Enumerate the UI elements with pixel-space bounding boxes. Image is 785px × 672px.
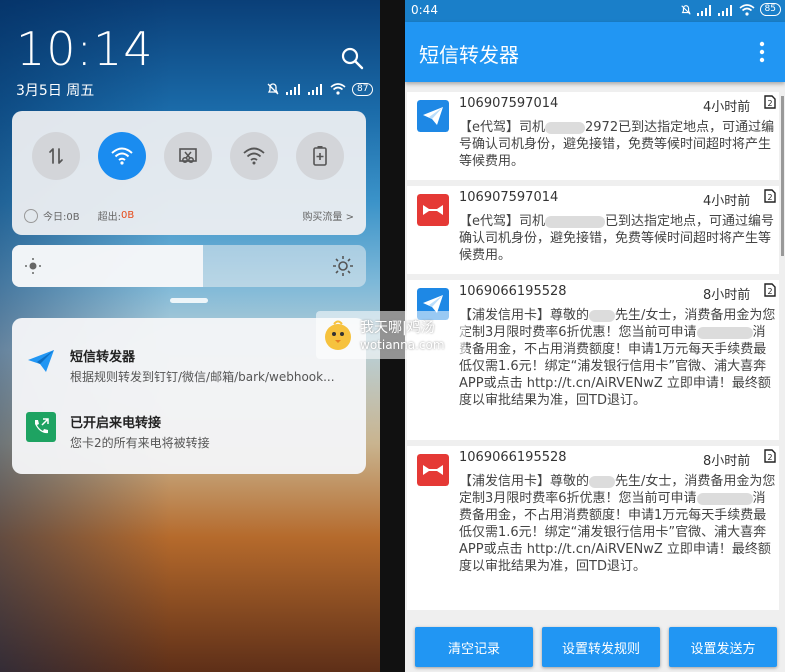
battery-saver-tile[interactable] [296,132,344,180]
message-time: 8小时前 [703,288,751,303]
sender-number: 106907597014 [459,190,559,205]
usage-ring-icon [24,208,38,223]
sim-card-icon: 2 [764,283,776,297]
notification-title: 已开启来电转接 [70,416,162,431]
quick-settings-panel: 今日:0B 超出: 0B 购买流量 > [12,111,366,235]
notification-sms-forwarder[interactable]: 短信转发器 根据规则转发到钉钉/微信/邮箱/bark/webhook... [12,342,366,402]
message-time: 4小时前 [703,100,751,115]
data-transfer-icon [49,148,63,164]
clear-records-button[interactable]: 清空记录 [415,627,533,667]
sender-number: 106907597014 [459,96,559,111]
over-usage-label: 超出: [97,212,121,223]
signal-icon-2 [717,4,732,16]
signal-icon-2 [308,84,322,95]
wifi-tile[interactable] [98,132,146,180]
paper-plane-icon [417,100,449,132]
message-item[interactable]: 106907597014 4小时前 2 【e代驾】司机 2972已到达指定地点，可… [407,92,779,180]
chick-logo-icon [325,320,351,350]
sim-card-icon: 2 [764,189,776,203]
message-body: 【e代驾】司机 2972已到达指定地点，可通过编号确认司机身份，避免接错，免费等候… [459,120,775,169]
sim-slot-number: 2 [767,453,772,462]
watermark-title: 我天哪|鸡汤 [360,320,435,336]
sender-number: 1069066195528 [459,450,567,465]
signal-icon [696,4,711,16]
wifi-icon [111,147,133,165]
clock: 10:14 [16,22,154,76]
bell-muted-icon [267,83,279,95]
date: 3月5日 周五 [16,83,95,99]
wifi-icon [739,3,755,16]
message-body: 【浦发信用卡】尊敬的 先生/女士，消费备用金为您定制3月限时费率6折优惠！您当前可… [459,308,776,408]
more-vert-icon[interactable] [757,40,767,64]
sender-number: 1069066195528 [459,284,567,299]
status-icons: 87 [266,81,374,97]
signal-icon [286,84,300,95]
today-usage: 今日:0B [43,212,80,223]
notification-text: 根据规则转发到钉钉/微信/邮箱/bark/webhook... [70,370,335,384]
buy-data-link[interactable]: 购买流量 > [302,208,354,223]
sim-slot-number: 2 [767,287,772,296]
watermark: 我天哪|鸡汤 wotianna.com [316,311,466,359]
data-toggle-tile[interactable] [32,132,80,180]
scissors-icon [179,148,197,163]
app-bar: 短信转发器 [405,22,785,82]
phone-forward-icon [26,412,56,442]
over-usage-value: 0B [120,210,135,221]
hotspot-tile[interactable] [230,132,278,180]
brightness-slider[interactable] [12,245,366,287]
scrollbar[interactable] [781,96,784,256]
brightness-low-icon [25,258,41,274]
message-body: 【浦发信用卡】尊敬的 先生/女士，消费备用金为您定制3月限时费率6折优惠！您当前可… [459,474,776,574]
battery-plus-icon [313,146,327,166]
sim-slot-number: 2 [767,99,772,108]
battery-icon: 85 [759,3,781,16]
bottom-button-bar: 清空记录 设置转发规则 设置发送方 [405,612,785,672]
notification-title: 短信转发器 [70,350,136,365]
message-time: 4小时前 [703,194,751,209]
watermark-url: wotianna.com [360,338,445,352]
sim-card-icon: 2 [764,95,776,109]
message-item[interactable]: 1069066195528 8小时前 2 【浦发信用卡】尊敬的 先生/女士，消费备… [407,280,779,440]
status-bar: 0:44 85 [405,0,785,22]
battery-icon: 87 [352,82,374,96]
app-title: 短信转发器 [419,43,519,67]
wifi-icon [330,83,346,95]
screenshot-tile[interactable] [164,132,212,180]
paper-plane-icon [28,350,54,372]
bell-muted-icon [680,4,691,15]
message-item[interactable]: 1069066195528 8小时前 2 【浦发信用卡】尊敬的 先生/女士，消费备… [407,446,779,610]
hotspot-icon [243,147,265,165]
message-item[interactable]: 106907597014 4小时前 2 【e代驾】司机 已到达指定地点，可通过编号… [407,186,779,274]
drag-handle[interactable] [170,298,208,303]
set-forward-rules-button[interactable]: 设置转发规则 [542,627,660,667]
search-icon[interactable] [340,46,364,70]
sim-card-icon: 2 [764,449,776,463]
data-usage-row: 今日:0B 超出: 0B 购买流量 > [24,208,354,223]
notification-card: 短信转发器 根据规则转发到钉钉/微信/邮箱/bark/webhook... 已开… [12,318,366,474]
message-time: 8小时前 [703,454,751,469]
message-body: 【e代驾】司机 已到达指定地点，可通过编号确认司机身份，避免接错，免费等候时间超时… [459,214,775,263]
notification-text: 您卡2的所有来电将被转接 [70,436,210,450]
status-time: 0:44 [411,3,438,17]
bone-icon [417,194,449,226]
notification-call-forward[interactable]: 已开启来电转接 您卡2的所有来电将被转接 [12,408,366,468]
brightness-high-icon [333,256,353,276]
bone-icon [417,454,449,486]
sim-slot-number: 2 [767,193,772,202]
set-senders-button[interactable]: 设置发送方 [669,627,777,667]
